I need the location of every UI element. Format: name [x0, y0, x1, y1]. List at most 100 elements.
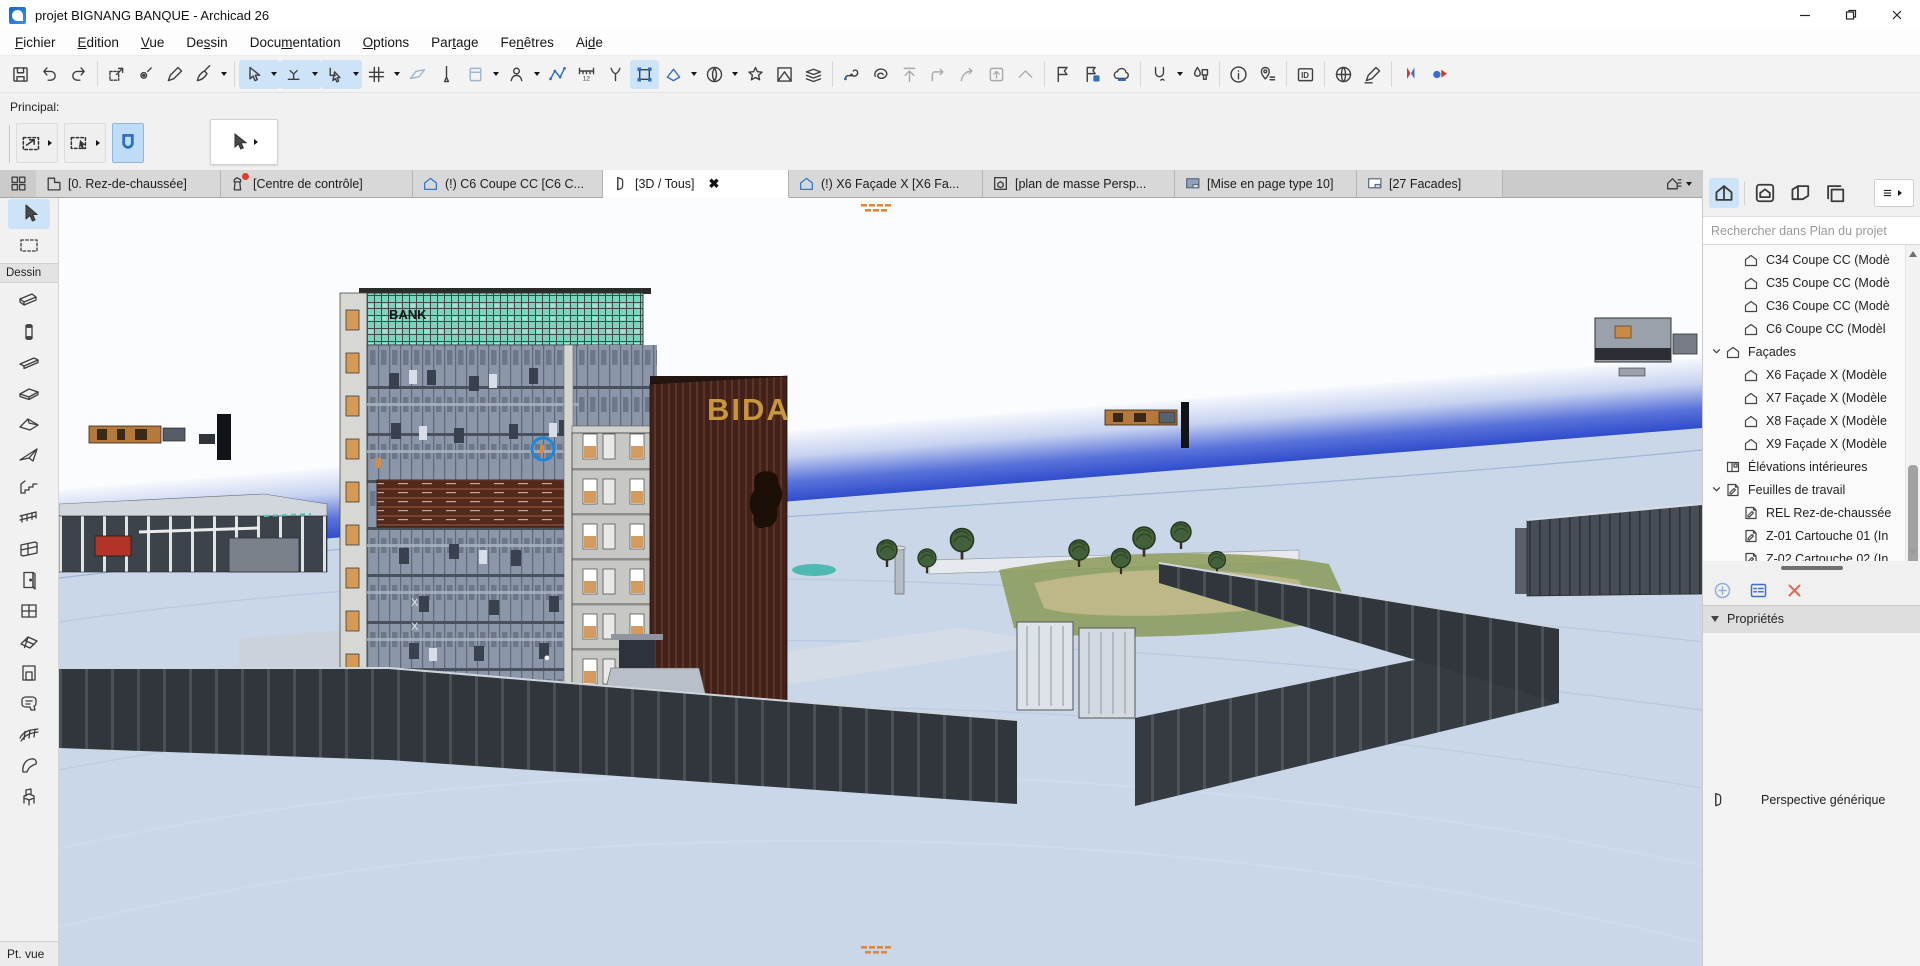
toolbar-button-pick-parameters-icon[interactable] — [131, 60, 160, 89]
principal-magnet-button[interactable] — [112, 123, 144, 163]
tab-1[interactable]: [Centre de contrôle] — [221, 170, 413, 197]
toolbar-button-guide-lines-icon[interactable] — [362, 60, 391, 89]
toolbar-button-id-badge-icon[interactable]: ID — [1291, 60, 1320, 89]
tool-door[interactable] — [8, 565, 50, 595]
tool-window[interactable] — [8, 596, 50, 626]
close-button[interactable] — [1874, 0, 1920, 30]
tree-item-c34-coupe-cc-mod[interactable]: C34 Coupe CC (Modè — [1703, 248, 1906, 271]
tool-column[interactable] — [8, 317, 50, 347]
toolbar-button-star-icon[interactable] — [741, 60, 770, 89]
toolbar-button-cloud-icon[interactable] — [1107, 60, 1136, 89]
jeux-publication-button[interactable] — [1820, 178, 1850, 208]
toolbar-button-annotate-icon[interactable] — [1358, 60, 1387, 89]
menu-partage[interactable]: Partage — [420, 32, 489, 53]
scroll-up-button[interactable] — [1906, 247, 1920, 261]
toolbar-button-location-icon[interactable] — [1253, 60, 1282, 89]
toolbar-button-image-box-icon[interactable] — [770, 60, 799, 89]
toolbar-button-arrow-cursor-icon[interactable] — [239, 60, 268, 89]
toolbar-button-tool-u-icon[interactable] — [1145, 60, 1174, 89]
toolbar-button-link-globe-icon[interactable] — [1329, 60, 1358, 89]
tab-4[interactable]: (!) X6 Façade X [X6 Fa... — [789, 170, 983, 197]
tree-item-x9-fa-ade-x-mod-le[interactable]: X9 Façade X (Modèle — [1703, 432, 1906, 455]
tree-item-z-02-cartouche-02-in[interactable]: Z-02 Cartouche 02 (In — [1703, 547, 1906, 561]
restore-button[interactable] — [1828, 0, 1874, 30]
viewport-3d[interactable]: BANK — [59, 198, 1702, 966]
tab-0[interactable]: [0. Rez-de-chaussée] — [36, 170, 221, 197]
menu-edition[interactable]: Edition — [67, 32, 130, 53]
tool-shell[interactable] — [8, 441, 50, 471]
toolbar-button-transform-icon[interactable] — [102, 60, 131, 89]
menu-fichier[interactable]: Fichier — [4, 32, 67, 53]
tool-wall[interactable] — [8, 286, 50, 316]
tool-stair[interactable] — [8, 472, 50, 502]
toolbar-button-info-icon[interactable] — [1224, 60, 1253, 89]
tree-item-x8-fa-ade-x-mod-le[interactable]: X8 Façade X (Modèle — [1703, 409, 1906, 432]
plan-projet-button[interactable] — [1709, 178, 1739, 208]
toolbar-button-snap-point-icon[interactable] — [280, 60, 309, 89]
toolbar-dropdown-inject-parameters[interactable] — [218, 60, 230, 89]
popup-navigator-button[interactable] — [1655, 170, 1702, 197]
toolbar-button-polyline-icon[interactable] — [543, 60, 572, 89]
tab-7[interactable]: [27 Facades] — [1357, 170, 1503, 197]
plan-vues-button[interactable] — [1750, 178, 1780, 208]
tool-opening[interactable] — [8, 658, 50, 688]
toolbar-button-redo-icon[interactable] — [64, 60, 93, 89]
tab-6[interactable]: [Mise en page type 10] — [1175, 170, 1357, 197]
menu-options[interactable]: Options — [352, 32, 421, 53]
toolbar-button-undo-icon[interactable] — [35, 60, 64, 89]
palette-grip[interactable] — [9, 125, 10, 163]
tool-object[interactable] — [8, 782, 50, 812]
tool-zone[interactable] — [8, 689, 50, 719]
toolbar-button-paint-icon[interactable] — [1186, 60, 1215, 89]
toolbar-button-morph-box-icon[interactable] — [630, 60, 659, 89]
tool-railing[interactable] — [8, 503, 50, 533]
menu-vue[interactable]: Vue — [130, 32, 176, 53]
tool-marquee[interactable] — [8, 230, 50, 260]
principal-marquee-select-button[interactable] — [64, 123, 106, 163]
tab-5[interactable]: [plan de masse Persp... — [983, 170, 1175, 197]
toolbar-dropdown-compass[interactable] — [729, 60, 741, 89]
toolbar-button-panel-icon[interactable] — [461, 60, 490, 89]
search-input[interactable] — [1703, 217, 1920, 244]
properties-header[interactable]: Propriétés — [1703, 605, 1920, 632]
settings-form-icon[interactable] — [1749, 581, 1768, 600]
tree-item-c6-coupe-cc-mod-l[interactable]: C6 Coupe CC (Modèl — [1703, 317, 1906, 340]
toolbar-button-marker-blue-icon[interactable] — [1425, 60, 1454, 89]
toolbar-button-compass-icon[interactable] — [700, 60, 729, 89]
toolbar-button-dimension-icon[interactable]: 12 — [572, 60, 601, 89]
tool-curtain-wall[interactable] — [8, 534, 50, 564]
tool-skylight[interactable] — [8, 627, 50, 657]
toolbar-button-roof-poly-icon[interactable] — [659, 60, 688, 89]
tree-item-x6-fa-ade-x-mod-le[interactable]: X6 Façade X (Modèle — [1703, 363, 1906, 386]
minimize-button[interactable] — [1782, 0, 1828, 30]
tab-overview-button[interactable] — [0, 170, 36, 197]
toolbar-button-flag-new-icon[interactable] — [1078, 60, 1107, 89]
menu-aide[interactable]: Aide — [565, 32, 614, 53]
tool-mesh[interactable] — [8, 720, 50, 750]
tree-item-z-01-cartouche-01-in[interactable]: Z-01 Cartouche 01 (In — [1703, 524, 1906, 547]
toolbar-button-layers-icon[interactable] — [799, 60, 828, 89]
chevron-expanded-icon[interactable] — [1709, 485, 1723, 494]
delete-icon[interactable] — [1785, 581, 1804, 600]
tool-beam[interactable] — [8, 348, 50, 378]
toolbar-dropdown-snap-point[interactable] — [309, 60, 321, 89]
toolbar-dropdown-roof-poly[interactable] — [688, 60, 700, 89]
tree-item-fa-ades[interactable]: Façades — [1703, 340, 1906, 363]
carnet-mise-en-page-button[interactable] — [1785, 178, 1815, 208]
toolbar-button-flag-icon[interactable] — [1049, 60, 1078, 89]
navigator-menu-button[interactable]: ≡ — [1874, 179, 1914, 207]
tab-2[interactable]: (!) C6 Coupe CC [C6 C... — [413, 170, 603, 197]
tab-active-3[interactable]: [3D / Tous]✖ — [603, 170, 789, 198]
tree-item-x7-fa-ade-x-mod-le[interactable]: X7 Façade X (Modèle — [1703, 386, 1906, 409]
tree-scrollbar[interactable] — [1905, 245, 1920, 561]
menu-documentation[interactable]: Documentation — [239, 32, 352, 53]
toolbar-dropdown-arrow-cursor[interactable] — [268, 60, 280, 89]
tree-item-c36-coupe-cc-mod[interactable]: C36 Coupe CC (Modè — [1703, 294, 1906, 317]
tool-slab[interactable] — [8, 379, 50, 409]
toolbar-button-fork-icon[interactable] — [601, 60, 630, 89]
toolbar-button-hook-icon[interactable] — [837, 60, 866, 89]
toolbar-dropdown-guide-lines[interactable] — [391, 60, 403, 89]
toolbar-dropdown-snap-cursor[interactable] — [350, 60, 362, 89]
toolbar-button-save-icon[interactable] — [6, 60, 35, 89]
arrow-tool-flyout-button[interactable] — [210, 119, 278, 165]
